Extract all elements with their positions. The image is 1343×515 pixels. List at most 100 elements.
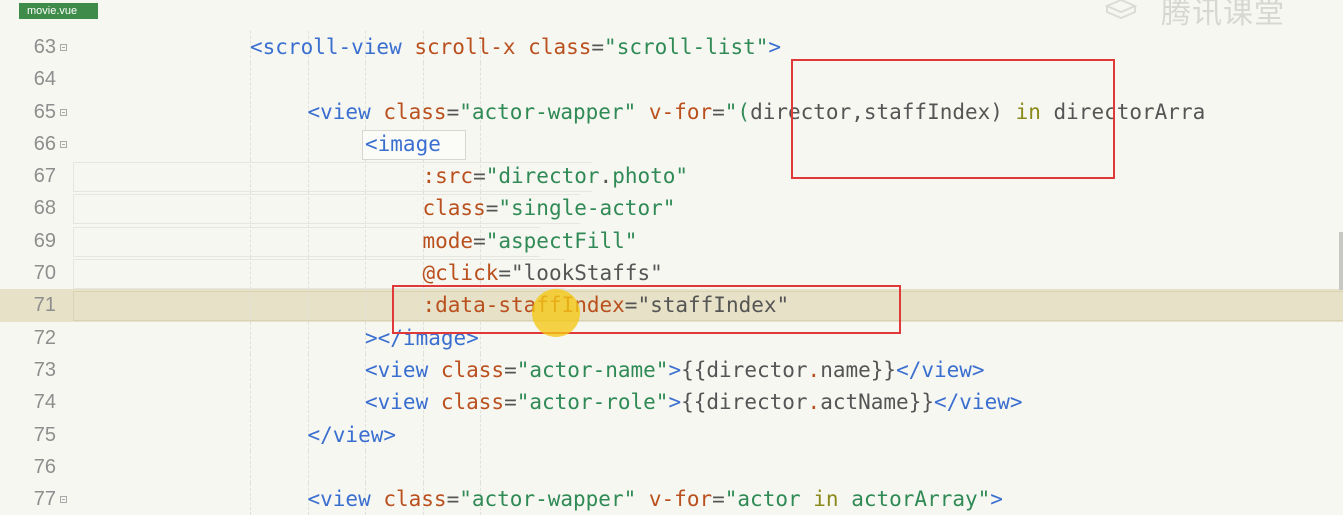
- line-number: 75: [33, 423, 56, 446]
- code-token: {{director: [681, 357, 808, 382]
- code-line-68[interactable]: 68 class="single-actor": [0, 192, 1343, 225]
- code-token: "director: [485, 164, 600, 189]
- mouse-cursor-highlight: [532, 289, 580, 337]
- code-token: =: [473, 164, 486, 189]
- indent-guide: [480, 127, 481, 160]
- code-token: =: [504, 357, 517, 382]
- code-token: <scroll-view: [250, 35, 415, 59]
- code-token: scroll-x: [414, 35, 529, 59]
- watermark-text: 腾讯课堂: [1161, 0, 1285, 30]
- code-token: <image: [365, 131, 441, 156]
- code-token: class: [440, 390, 505, 415]
- code-token: =: [712, 99, 725, 124]
- scrollbar-thumb[interactable]: [1339, 232, 1343, 290]
- indent-guide: [422, 450, 424, 483]
- line-number: 64: [33, 68, 56, 91]
- code-token: {{director: [681, 390, 808, 415]
- code-token: >: [668, 357, 682, 382]
- indent-guide: [307, 386, 309, 419]
- indent-guide: [250, 386, 251, 419]
- code-token: @click: [422, 261, 499, 286]
- code-token: v-for: [648, 487, 713, 512]
- code-token: "aspectFill": [485, 228, 638, 253]
- code-text: mode="aspectFill": [423, 225, 638, 257]
- indent-guide: [307, 63, 309, 96]
- file-tab-movie-vue[interactable]: movie.vue: [19, 3, 98, 19]
- code-token: <view: [365, 357, 441, 382]
- code-line-69[interactable]: 69 mode="aspectFill": [0, 224, 1343, 257]
- indent-guide: [422, 63, 424, 96]
- indent-guide: [307, 353, 309, 386]
- fold-toggle-icon[interactable]: [60, 140, 67, 148]
- code-token: </view>: [934, 390, 1023, 415]
- code-token: >: [668, 390, 682, 415]
- indent-guide: [250, 450, 251, 483]
- code-text: <image: [365, 128, 441, 160]
- code-token: <view: [307, 487, 384, 512]
- indent-guide: [365, 450, 366, 483]
- code-token: </view>: [307, 422, 397, 447]
- code-line-77[interactable]: 77 <view class="actor-wapper" v-for="acto…: [0, 483, 1343, 515]
- indent-guide: [250, 483, 251, 515]
- code-line-74[interactable]: 74 <view class="actor-role">{{director.ac…: [0, 386, 1343, 419]
- code-token: "actor-role": [516, 390, 669, 415]
- line-number: 70: [33, 262, 56, 285]
- line-number: 74: [33, 391, 56, 414]
- code-token: class: [422, 196, 486, 221]
- code-token: in: [813, 487, 852, 512]
- indent-guide: [250, 418, 251, 451]
- code-token: .: [807, 357, 821, 382]
- code-text: class="single-actor": [423, 192, 676, 224]
- code-line-73[interactable]: 73 <view class="actor-name">{{director.na…: [0, 353, 1343, 386]
- code-token: name}}: [820, 357, 897, 382]
- code-token: "actor: [724, 487, 814, 512]
- code-token: =: [591, 35, 605, 59]
- line-number: 71: [33, 294, 56, 317]
- code-token: "lookStaffs": [511, 261, 663, 286]
- code-token: .: [599, 164, 613, 189]
- line-number: 69: [33, 229, 56, 252]
- code-text: <scroll-view scroll-x class="scroll-list…: [250, 31, 781, 63]
- code-token: "actor-wapper": [459, 487, 649, 512]
- code-line-75[interactable]: 75 </view>: [0, 418, 1343, 451]
- line-number: 67: [33, 165, 56, 188]
- line-number: 73: [33, 358, 56, 381]
- code-token: "actor-name": [516, 357, 669, 382]
- code-token: =: [504, 390, 517, 415]
- line-number: 77: [33, 488, 56, 511]
- indent-guide: [480, 418, 481, 451]
- line-number: 72: [33, 326, 56, 349]
- code-line-66[interactable]: 66 <image: [0, 127, 1343, 160]
- indent-guide: [307, 127, 309, 160]
- watermark-logo-icon: [1104, 0, 1138, 20]
- fold-toggle-icon[interactable]: [60, 108, 67, 116]
- code-line-63[interactable]: 63 <scroll-view scroll-x class="scroll-li…: [0, 31, 1343, 63]
- indent-guide: [480, 63, 481, 96]
- code-token: <view: [365, 390, 441, 415]
- indent-guide: [250, 63, 251, 96]
- indent-guide: [307, 450, 309, 483]
- code-token: =: [485, 196, 499, 221]
- code-token: =: [446, 487, 460, 512]
- code-text: :src="director.photo": [423, 160, 689, 192]
- code-token: "(: [724, 99, 751, 124]
- code-line-67[interactable]: 67 :src="director.photo": [0, 160, 1343, 193]
- code-token: =: [712, 487, 725, 512]
- fold-toggle-icon[interactable]: [60, 44, 67, 51]
- code-token: class: [440, 357, 505, 382]
- annotation-box-vfor-params: [791, 59, 1115, 179]
- code-token: :src: [422, 164, 474, 189]
- code-token: =: [446, 99, 460, 124]
- code-text: <view class="actor-wapper" v-for="actor …: [308, 483, 1003, 515]
- code-line-65[interactable]: 65 <view class="actor-wapper" v-for="(dir…: [0, 95, 1343, 128]
- code-line-64[interactable]: 64: [0, 63, 1343, 96]
- indent-guide: [250, 321, 251, 354]
- code-token: <view: [307, 99, 384, 124]
- code-token: class: [383, 99, 447, 124]
- code-line-76[interactable]: 76: [0, 450, 1343, 483]
- code-token: "actor-wapper": [459, 99, 649, 124]
- fold-toggle-icon[interactable]: [60, 496, 67, 504]
- code-token: class: [383, 487, 447, 512]
- code-token: actName}}: [820, 390, 934, 415]
- code-editor[interactable]: 63 <scroll-view scroll-x class="scroll-li…: [0, 31, 1343, 515]
